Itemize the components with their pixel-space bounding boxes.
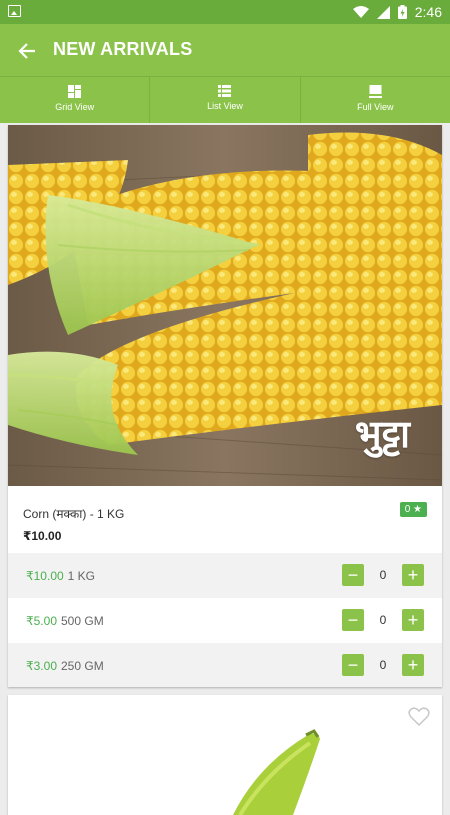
variant-unit: 1 KG (67, 568, 96, 583)
quantity-value: 0 (379, 658, 387, 672)
variant-price: ₹5.00 (26, 613, 57, 628)
increase-button[interactable]: + (402, 609, 424, 631)
tab-label: Grid View (55, 102, 95, 112)
product-card[interactable]: भुट्टा Corn (मक्का) - 1 KG 0 ★ ₹10.00 ₹1… (8, 125, 442, 687)
increase-button[interactable]: + (402, 564, 424, 586)
status-bar: 2:46 (0, 0, 450, 24)
banana-photo (233, 729, 320, 815)
quantity-stepper: − 0 + (342, 564, 424, 586)
decrease-button[interactable]: − (342, 654, 364, 676)
app-bar: NEW ARRIVALS (0, 24, 450, 76)
rating-badge: 0 ★ (399, 502, 427, 517)
increase-button[interactable]: + (402, 654, 424, 676)
variant-row: ₹3.00 250 GM − 0 + (8, 643, 442, 687)
back-arrow-icon (18, 43, 35, 59)
quantity-value: 0 (379, 568, 387, 582)
heart-icon (408, 707, 430, 727)
view-tab-bar: Grid View List View Full View (0, 76, 450, 123)
full-view-icon (368, 85, 382, 98)
signal-icon (376, 5, 390, 19)
quantity-stepper: − 0 + (342, 609, 424, 631)
decrease-button[interactable]: − (342, 564, 364, 586)
decrease-button[interactable]: − (342, 609, 364, 631)
battery-icon (397, 5, 407, 19)
status-time: 2:46 (414, 4, 442, 20)
grid-icon (68, 85, 82, 98)
tab-label: List View (207, 101, 243, 111)
product-name: Corn (मक्का) - 1 KG (23, 507, 125, 521)
variant-unit: 500 GM (61, 613, 104, 628)
variant-unit: 250 GM (61, 658, 104, 673)
variant-price: ₹10.00 (26, 568, 64, 583)
tab-label: Full View (357, 102, 394, 112)
tab-full-view[interactable]: Full View (299, 77, 450, 123)
variant-price: ₹3.00 (26, 658, 57, 673)
page-title: NEW ARRIVALS (53, 39, 193, 59)
quantity-value: 0 (379, 613, 387, 627)
image-caption: भुट्टा (354, 412, 410, 456)
product-image[interactable]: भुट्टा (8, 125, 442, 486)
tab-list-view[interactable]: List View (149, 77, 299, 123)
product-price: ₹10.00 (23, 529, 62, 543)
back-button[interactable] (14, 38, 40, 64)
list-icon (218, 85, 232, 97)
favorite-button[interactable] (408, 707, 430, 732)
product-card[interactable] (8, 695, 442, 815)
variant-row: ₹10.00 1 KG − 0 + (8, 553, 442, 598)
wifi-icon (352, 5, 369, 18)
quantity-stepper: − 0 + (342, 654, 424, 676)
image-notification-icon (8, 5, 21, 17)
variant-row: ₹5.00 500 GM − 0 + (8, 598, 442, 643)
tab-grid-view[interactable]: Grid View (0, 77, 149, 123)
status-icons: 2:46 (352, 0, 442, 24)
